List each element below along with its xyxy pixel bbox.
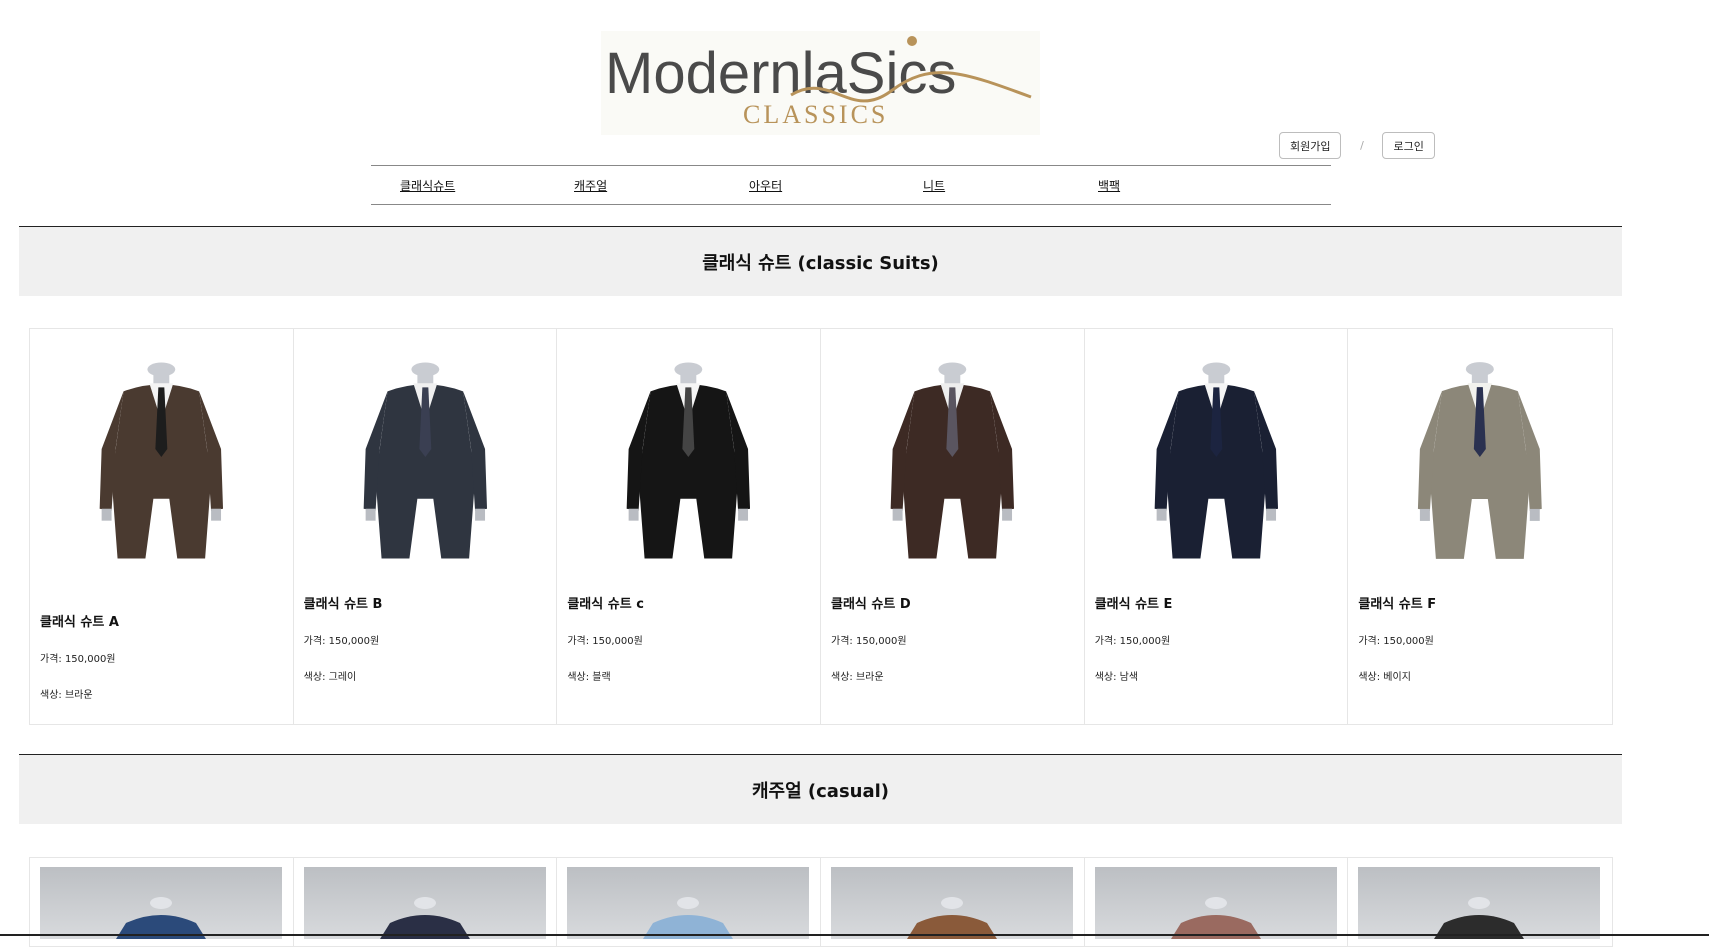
nav-item-outer[interactable]: 아우터 <box>749 177 782 194</box>
product-card[interactable] <box>293 858 558 946</box>
casual-image <box>831 867 1074 939</box>
product-card[interactable]: 클래식 슈트 c 가격: 150,000원 색상: 블랙 <box>557 329 822 724</box>
suit-image <box>1418 362 1543 559</box>
product-card[interactable]: 클래식 슈트 B 가격: 150,000원 색상: 그레이 <box>293 329 558 724</box>
product-card[interactable] <box>557 858 822 946</box>
product-grid-classic-suits: 클래식 슈트 A 가격: 150,000원 색상: 브라운 클래식 슈트 B 가… <box>29 328 1613 725</box>
nav-item-knit[interactable]: 니트 <box>923 177 945 194</box>
signup-button[interactable]: 회원가입 <box>1279 132 1342 159</box>
product-name[interactable]: 클래식 슈트 B <box>304 593 383 612</box>
product-price: 가격: 150,000원 <box>831 636 907 647</box>
casual-image <box>1358 867 1601 939</box>
suit-image <box>363 362 487 559</box>
product-card[interactable]: 클래식 슈트 F 가격: 150,000원 색상: 베이지 <box>1348 329 1613 724</box>
casual-image <box>40 867 282 939</box>
product-color: 색상: 브라운 <box>831 672 884 683</box>
product-card[interactable] <box>1348 858 1613 946</box>
product-price: 가격: 150,000원 <box>1094 636 1171 647</box>
logo-wordmark: ModernlaSics <box>605 41 956 106</box>
product-name[interactable]: 클래식 슈트 E <box>1095 593 1173 612</box>
product-price: 가격: 150,000원 <box>567 636 643 647</box>
product-color: 색상: 블랙 <box>567 672 611 683</box>
product-name[interactable]: 클래식 슈트 F <box>1358 593 1436 612</box>
product-price: 가격: 150,000원 <box>1358 636 1434 647</box>
suit-image <box>1154 362 1278 559</box>
product-color: 색상: 남색 <box>1094 672 1139 683</box>
nav-item-casual[interactable]: 캐주얼 <box>574 177 607 194</box>
product-card[interactable] <box>1084 858 1349 946</box>
casual-image <box>303 867 546 939</box>
site-logo[interactable]: ModernlaSics CLASSICS <box>601 31 1040 135</box>
product-name[interactable]: 클래식 슈트 c <box>567 593 644 612</box>
main-nav: 클래식슈트 캐주얼 아우터 니트 백팩 <box>371 165 1331 205</box>
auth-separator: / <box>1360 139 1364 152</box>
section-title-classic-suits: 클래식 슈트 (classic Suits) <box>19 226 1622 296</box>
product-card[interactable] <box>30 858 294 946</box>
product-card[interactable] <box>821 858 1085 946</box>
section-title-casual: 캐주얼 (casual) <box>19 754 1622 824</box>
product-card[interactable]: 클래식 슈트 E 가격: 150,000원 색상: 남색 <box>1084 329 1349 724</box>
product-card[interactable]: 클래식 슈트 D 가격: 150,000원 색상: 브라운 <box>821 329 1085 724</box>
product-color: 색상: 그레이 <box>303 672 357 683</box>
login-button[interactable]: 로그인 <box>1382 132 1435 159</box>
suit-image <box>626 362 751 559</box>
nav-item-backpack[interactable]: 백팩 <box>1098 177 1120 194</box>
product-color: 색상: 베이지 <box>1358 672 1411 683</box>
product-name[interactable]: 클래식 슈트 A <box>40 611 119 630</box>
casual-image <box>1094 867 1337 939</box>
product-price: 가격: 150,000원 <box>303 636 380 647</box>
logo-graphic: ModernlaSics CLASSICS <box>605 36 1032 129</box>
suit-image <box>99 362 224 559</box>
logo-tagline: CLASSICS <box>743 100 888 129</box>
product-name[interactable]: 클래식 슈트 D <box>831 593 911 612</box>
suit-image <box>890 362 1015 559</box>
auth-links: 회원가입 / 로그인 <box>1279 131 1435 160</box>
product-card[interactable]: 클래식 슈트 A 가격: 150,000원 색상: 브라운 <box>30 329 294 724</box>
product-price: 가격: 150,000원 <box>40 654 116 665</box>
nav-item-classic-suit[interactable]: 클래식슈트 <box>400 177 455 194</box>
casual-image <box>567 867 810 939</box>
product-color: 색상: 브라운 <box>40 690 93 701</box>
